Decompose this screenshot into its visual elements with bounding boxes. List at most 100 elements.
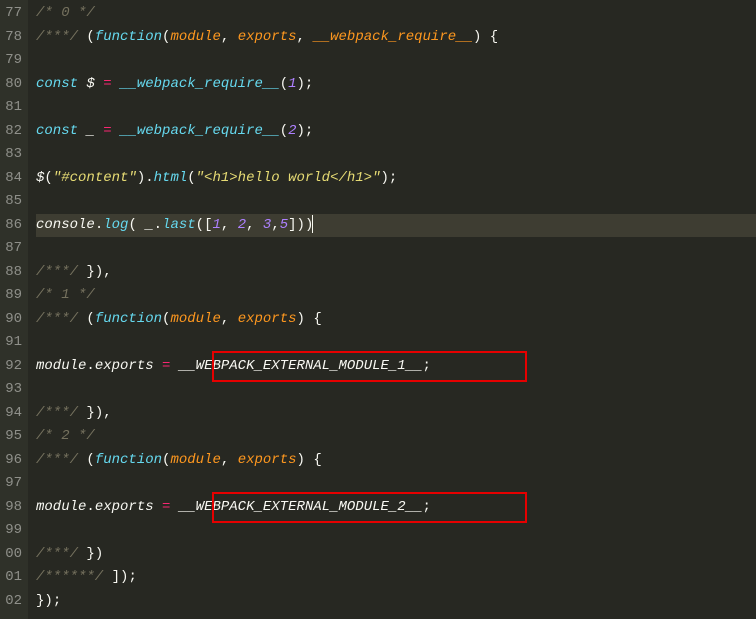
code-line[interactable]: /***/ (function(module, exports) { bbox=[36, 308, 756, 332]
code-area[interactable]: /* 0 *//***/ (function(module, exports, … bbox=[28, 0, 756, 619]
code-token: exports bbox=[95, 358, 154, 374]
code-token: /***/ bbox=[36, 452, 78, 468]
code-token: __webpack_require__ bbox=[120, 123, 280, 139]
line-number: 95 bbox=[0, 425, 22, 449]
code-token: ) bbox=[95, 546, 103, 562]
line-number: 91 bbox=[0, 331, 22, 355]
code-token: /***/ bbox=[36, 546, 78, 562]
code-token: /******/ bbox=[36, 569, 103, 585]
code-token: ; bbox=[53, 593, 61, 609]
code-token: __webpack_require__ bbox=[120, 76, 280, 92]
code-token: /***/ bbox=[36, 311, 78, 327]
code-token: . bbox=[154, 217, 162, 233]
code-line[interactable]: const $ = __webpack_require__(1); bbox=[36, 73, 756, 97]
code-token: log bbox=[103, 217, 128, 233]
line-number: 87 bbox=[0, 237, 22, 261]
code-token: { bbox=[490, 29, 498, 45]
code-token: } bbox=[86, 546, 94, 562]
code-token: 2 bbox=[288, 123, 296, 139]
code-line[interactable] bbox=[36, 472, 756, 496]
line-number: 83 bbox=[0, 143, 22, 167]
code-token bbox=[481, 29, 489, 45]
code-token: $ bbox=[86, 76, 94, 92]
code-token bbox=[112, 123, 120, 139]
code-token: ; bbox=[128, 569, 136, 585]
code-token: /***/ bbox=[36, 405, 78, 421]
code-token: ; bbox=[423, 358, 431, 374]
line-number: 80 bbox=[0, 73, 22, 97]
code-line[interactable]: module.exports = __WEBPACK_EXTERNAL_MODU… bbox=[36, 496, 756, 520]
line-number: 88 bbox=[0, 261, 22, 285]
code-line[interactable]: /***/ }), bbox=[36, 261, 756, 285]
line-number: 79 bbox=[0, 49, 22, 73]
code-line[interactable] bbox=[36, 331, 756, 355]
code-line[interactable]: /******/ ]); bbox=[36, 566, 756, 590]
code-token: /***/ bbox=[36, 264, 78, 280]
code-token: const bbox=[36, 123, 78, 139]
code-token: ] bbox=[112, 569, 120, 585]
code-line[interactable]: /***/ (function(module, exports, __webpa… bbox=[36, 26, 756, 50]
code-editor[interactable]: 7778798081828384858687888990919293949596… bbox=[0, 0, 756, 619]
code-token: , bbox=[221, 217, 238, 233]
code-token: , bbox=[221, 452, 238, 468]
code-token: } bbox=[86, 264, 94, 280]
code-line[interactable]: $("#content").html("<h1>hello world</h1>… bbox=[36, 167, 756, 191]
code-token: ( bbox=[280, 123, 288, 139]
code-line[interactable] bbox=[36, 96, 756, 120]
code-line[interactable]: /* 2 */ bbox=[36, 425, 756, 449]
code-token bbox=[103, 569, 111, 585]
code-token: 5 bbox=[280, 217, 288, 233]
line-number-gutter: 7778798081828384858687888990919293949596… bbox=[0, 0, 28, 619]
code-token: _ bbox=[145, 217, 153, 233]
code-token: ( bbox=[44, 170, 52, 186]
line-number: 94 bbox=[0, 402, 22, 426]
code-token: ) bbox=[95, 264, 103, 280]
code-token: const bbox=[36, 76, 78, 92]
line-number: 93 bbox=[0, 378, 22, 402]
code-line[interactable] bbox=[36, 49, 756, 73]
code-line[interactable]: /* 0 */ bbox=[36, 2, 756, 26]
code-token: ) bbox=[297, 311, 305, 327]
code-token: , bbox=[271, 217, 279, 233]
code-token: module bbox=[36, 499, 86, 515]
code-token: _ bbox=[86, 123, 94, 139]
code-token: ) bbox=[95, 405, 103, 421]
code-line[interactable]: const _ = __webpack_require__(2); bbox=[36, 120, 756, 144]
code-token bbox=[154, 358, 162, 374]
code-token: __webpack_require__ bbox=[313, 29, 473, 45]
code-line[interactable]: console.log( _.last([1, 2, 3,5])) bbox=[36, 214, 756, 238]
line-number: 77 bbox=[0, 2, 22, 26]
code-line[interactable]: /***/ }), bbox=[36, 402, 756, 426]
code-token: ) bbox=[137, 170, 145, 186]
code-token: exports bbox=[95, 499, 154, 515]
code-line[interactable] bbox=[36, 378, 756, 402]
code-token: ( bbox=[86, 311, 94, 327]
code-line[interactable]: module.exports = __WEBPACK_EXTERNAL_MODU… bbox=[36, 355, 756, 379]
code-token bbox=[95, 123, 103, 139]
code-token: __WEBPACK_EXTERNAL_MODULE_2__ bbox=[179, 499, 423, 515]
code-line[interactable]: /* 1 */ bbox=[36, 284, 756, 308]
line-number: 00 bbox=[0, 543, 22, 567]
code-line[interactable]: /***/ (function(module, exports) { bbox=[36, 449, 756, 473]
code-token: . bbox=[95, 217, 103, 233]
code-token: __WEBPACK_EXTERNAL_MODULE_1__ bbox=[179, 358, 423, 374]
line-number: 98 bbox=[0, 496, 22, 520]
code-token: ) bbox=[297, 217, 305, 233]
code-token: 1 bbox=[212, 217, 220, 233]
code-token: module bbox=[170, 452, 220, 468]
code-token: { bbox=[313, 311, 321, 327]
line-number: 01 bbox=[0, 566, 22, 590]
code-line[interactable]: }); bbox=[36, 590, 756, 614]
code-token: ( bbox=[86, 452, 94, 468]
code-token bbox=[170, 358, 178, 374]
code-token bbox=[95, 76, 103, 92]
code-line[interactable] bbox=[36, 237, 756, 261]
code-token: module bbox=[170, 311, 220, 327]
code-token: , bbox=[103, 405, 111, 421]
line-number: 97 bbox=[0, 472, 22, 496]
code-line[interactable] bbox=[36, 190, 756, 214]
code-line[interactable] bbox=[36, 143, 756, 167]
line-number: 92 bbox=[0, 355, 22, 379]
code-line[interactable] bbox=[36, 519, 756, 543]
code-line[interactable]: /***/ }) bbox=[36, 543, 756, 567]
